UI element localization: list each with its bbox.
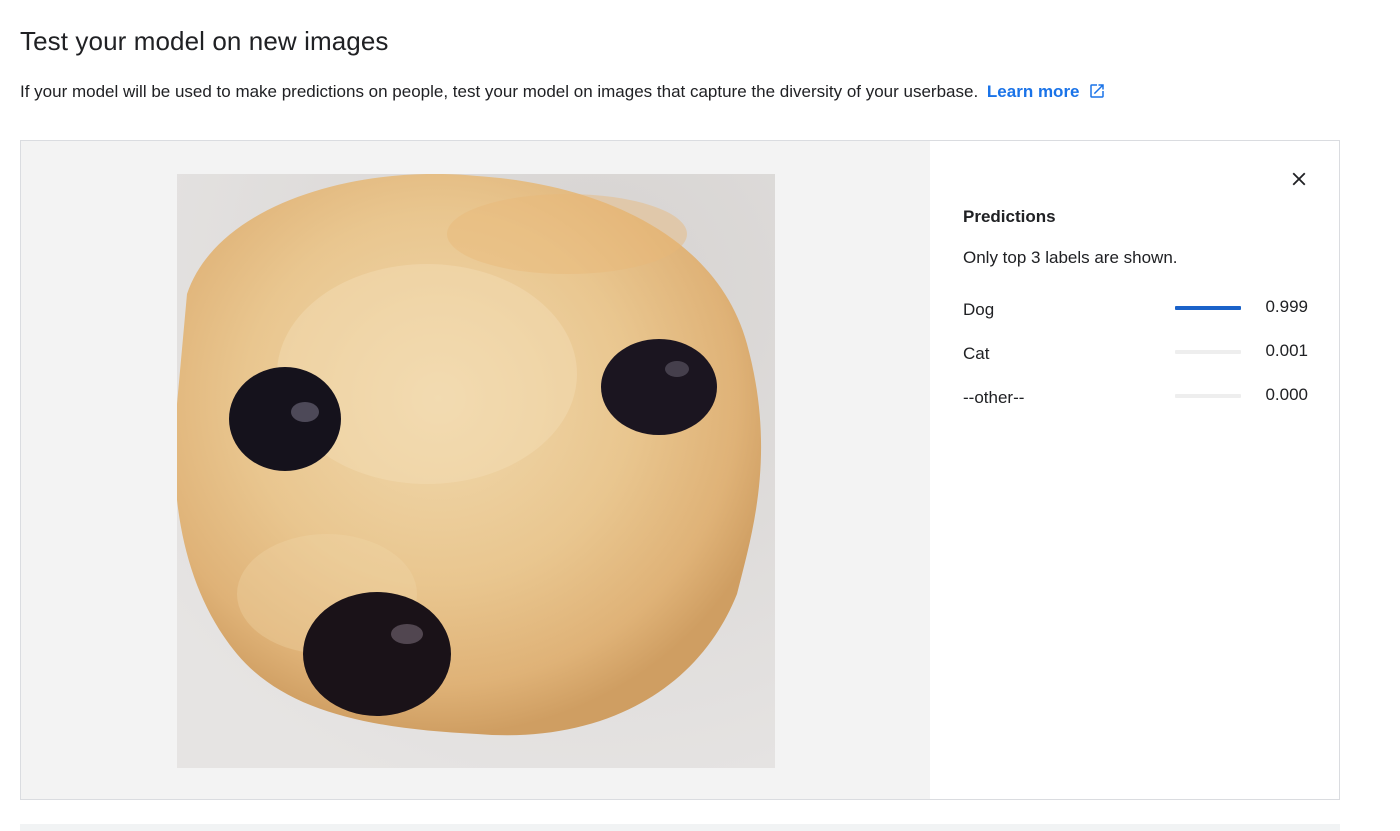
prediction-label: Dog — [963, 300, 995, 319]
learn-more-label: Learn more — [986, 82, 1080, 101]
description-text: If your model will be used to make predi… — [20, 82, 979, 101]
close-button[interactable] — [1285, 165, 1313, 193]
page-title: Test your model on new images — [20, 26, 389, 56]
page-description: If your model will be used to make predi… — [20, 81, 1106, 103]
prediction-row: Cat 0.001 — [963, 340, 1308, 384]
page: Test your model on new images If your mo… — [0, 0, 1400, 831]
prediction-bar — [1175, 394, 1241, 398]
learn-more-link[interactable]: Learn more — [987, 82, 1106, 101]
predictions-panel: Predictions Only top 3 labels are shown.… — [930, 141, 1339, 799]
prediction-bar — [1175, 350, 1241, 354]
test-image — [177, 174, 775, 768]
prediction-bar-fill — [1175, 306, 1241, 310]
next-section-edge — [20, 824, 1340, 831]
prediction-score: 0.999 — [1265, 297, 1308, 316]
prediction-score: 0.001 — [1265, 341, 1308, 360]
test-panel: Predictions Only top 3 labels are shown.… — [20, 140, 1340, 800]
image-preview-area — [21, 141, 930, 799]
prediction-row: --other-- 0.000 — [963, 384, 1308, 428]
predictions-note: Only top 3 labels are shown. — [963, 248, 1178, 267]
prediction-row: Dog 0.999 — [963, 296, 1308, 340]
predictions-heading: Predictions — [963, 207, 1056, 226]
close-icon — [1292, 172, 1306, 186]
open-in-new-icon — [1088, 82, 1106, 100]
prediction-score: 0.000 — [1265, 385, 1308, 404]
prediction-label: Cat — [963, 344, 990, 363]
prediction-label: --other-- — [963, 388, 1025, 407]
prediction-bar — [1175, 306, 1241, 310]
predictions-list: Dog 0.999 Cat 0.001 --other-- 0.000 — [963, 296, 1308, 428]
